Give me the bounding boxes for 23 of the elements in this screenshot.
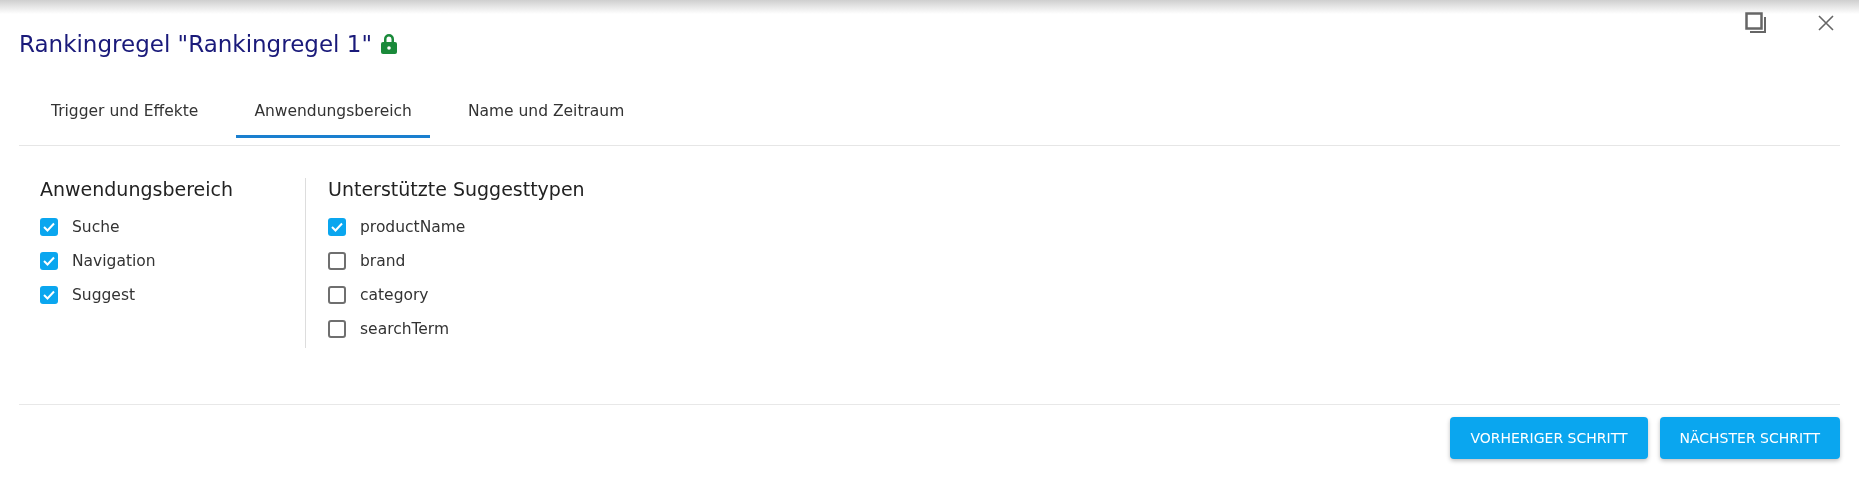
checkbox-label: productName — [360, 218, 466, 236]
restore-icon — [1745, 12, 1767, 34]
section-heading: Anwendungsbereich — [40, 178, 233, 200]
tab[interactable]: Name und Zeitraum — [449, 86, 643, 138]
tab[interactable]: Anwendungsbereich — [236, 86, 430, 138]
checkbox[interactable] — [328, 286, 346, 304]
checkbox[interactable] — [328, 252, 346, 270]
checkbox[interactable] — [328, 218, 346, 236]
checkbox-label: Navigation — [72, 252, 156, 270]
checkbox[interactable] — [40, 252, 58, 270]
checkbox-label: searchTerm — [360, 320, 450, 338]
checkbox-label: category — [360, 286, 429, 304]
checkbox-label: Suggest — [72, 286, 136, 304]
checkbox-label: Suche — [72, 218, 120, 236]
checkbox[interactable] — [328, 320, 346, 338]
dialog-title: Rankingregel "Rankingregel 1" — [19, 31, 372, 57]
section-heading: Unterstützte Suggesttypen — [328, 178, 585, 200]
tab[interactable]: Trigger und Effekte — [33, 86, 217, 138]
maximize-button[interactable] — [1743, 10, 1769, 36]
close-icon — [1818, 15, 1834, 31]
checkbox[interactable] — [40, 286, 58, 304]
checkbox[interactable] — [40, 218, 58, 236]
checkbox-label: brand — [360, 252, 406, 270]
